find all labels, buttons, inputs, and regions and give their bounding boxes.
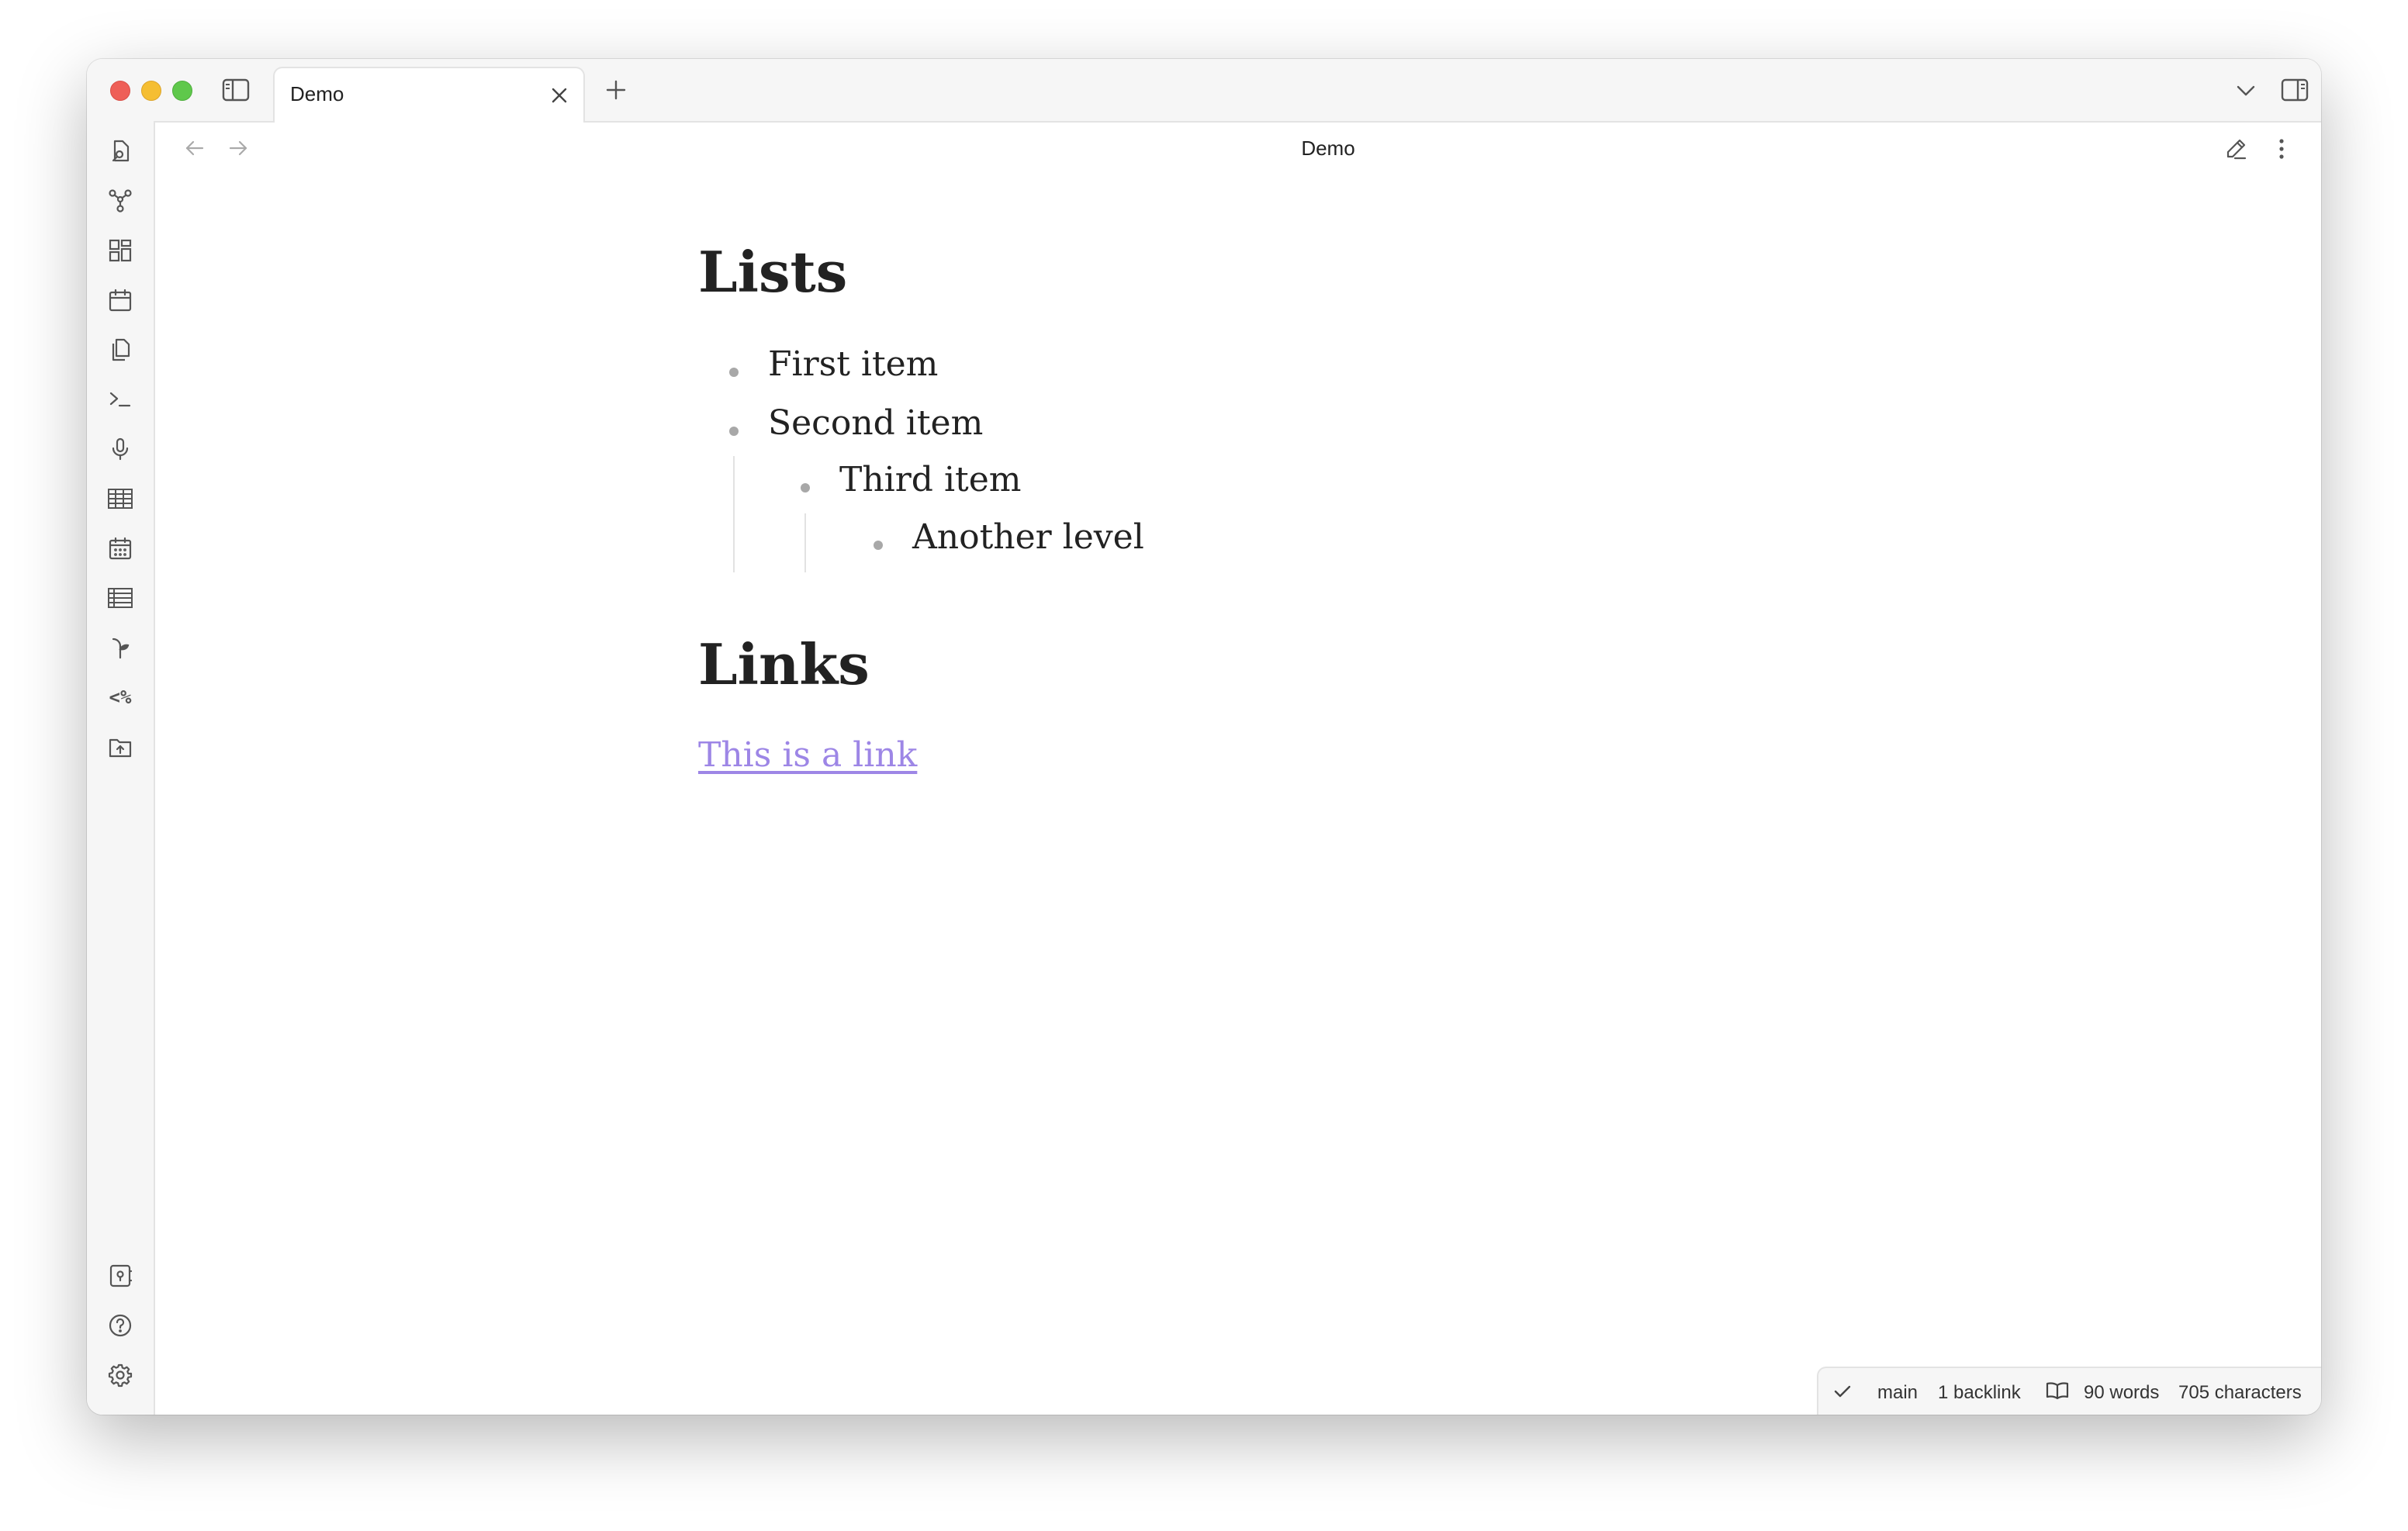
- reading-view-button[interactable]: [2045, 1379, 2070, 1402]
- book-open-icon: [2046, 1382, 2069, 1400]
- sprout-icon: [112, 638, 130, 659]
- list-item: Third item: [839, 460, 1022, 499]
- navigate-forward-button[interactable]: [225, 135, 251, 161]
- status-bar: main 1 backlink 90 words 705 characters: [1817, 1367, 2321, 1415]
- close-icon: [552, 88, 567, 103]
- backlinks-count[interactable]: 1 backlink: [1938, 1382, 2021, 1404]
- app-window: Demo <% Demo Lists First item Second ite…: [87, 59, 2321, 1415]
- vault-switcher-icon: [109, 1264, 133, 1287]
- help-button[interactable]: [104, 1309, 137, 1342]
- upload-folder-icon: [109, 738, 132, 758]
- left-ribbon: <%: [87, 121, 155, 1415]
- heading-lists: Lists: [698, 239, 848, 305]
- help-icon: [109, 1314, 132, 1337]
- command-palette-button[interactable]: [104, 383, 137, 416]
- toggle-right-sidebar-button[interactable]: [2279, 76, 2310, 104]
- calendar-icon: [109, 537, 132, 560]
- settings-button[interactable]: [104, 1359, 137, 1391]
- open-quick-switcher-button[interactable]: [104, 135, 137, 168]
- title-bar: Demo: [87, 59, 2321, 123]
- list-bullet: [874, 541, 883, 550]
- edit-mode-button[interactable]: [2222, 135, 2250, 163]
- sprout-button[interactable]: [104, 631, 137, 664]
- maximize-window-button[interactable]: [172, 81, 192, 101]
- calendar-button[interactable]: [104, 532, 137, 565]
- command-palette-icon: [109, 392, 131, 407]
- table-button[interactable]: [104, 482, 137, 515]
- list-item: Second item: [768, 403, 984, 443]
- list-bullet: [729, 368, 739, 377]
- spreadsheet-icon: [108, 588, 133, 608]
- close-tab-button[interactable]: [548, 84, 571, 107]
- heading-links: Links: [698, 631, 870, 697]
- list-bullet: [801, 483, 810, 492]
- navigate-back-button[interactable]: [182, 135, 208, 161]
- sync-status-button[interactable]: [1831, 1381, 1854, 1402]
- daily-note-icon: [109, 289, 132, 312]
- tab-list-dropdown-button[interactable]: [2233, 78, 2259, 104]
- content-link[interactable]: This is a link: [698, 735, 917, 775]
- templates-icon: [112, 338, 130, 361]
- list-bullet: [729, 427, 739, 436]
- arrow-right-icon: [229, 140, 247, 156]
- arrow-left-icon: [185, 140, 204, 156]
- character-count: 705 characters: [2178, 1382, 2302, 1403]
- more-vertical-icon: [2279, 139, 2284, 159]
- plus-icon: [606, 80, 626, 100]
- view-title[interactable]: Demo: [1243, 137, 1413, 161]
- daily-note-button[interactable]: [104, 284, 137, 316]
- sidebar-right-icon: [2281, 78, 2309, 102]
- word-count: 90 words: [2084, 1382, 2160, 1403]
- spreadsheet-button[interactable]: [104, 582, 137, 614]
- sidebar-left-icon: [222, 78, 250, 102]
- close-window-button[interactable]: [110, 81, 130, 101]
- graph-view-button[interactable]: [104, 185, 137, 217]
- list-item: First item: [768, 344, 939, 384]
- table-icon: [108, 489, 133, 509]
- vault-switcher-button[interactable]: [104, 1260, 137, 1292]
- graph-view-icon: [109, 189, 132, 213]
- chevron-down-icon: [2237, 85, 2255, 96]
- templater-icon: <%: [109, 686, 132, 708]
- pencil-icon: [2226, 139, 2247, 160]
- minimize-window-button[interactable]: [141, 81, 161, 101]
- git-branch[interactable]: main: [1877, 1382, 1918, 1404]
- templater-button[interactable]: <%: [104, 681, 137, 714]
- audio-recorder-icon: [112, 437, 129, 461]
- open-quick-switcher-icon: [112, 140, 130, 162]
- checkmark-icon: [1834, 1385, 1851, 1398]
- list-item: Another level: [912, 517, 1144, 557]
- audio-recorder-button[interactable]: [104, 433, 137, 465]
- toggle-left-sidebar-button[interactable]: [220, 76, 251, 104]
- tab-demo[interactable]: Demo: [273, 67, 585, 123]
- canvas-button[interactable]: [104, 234, 137, 267]
- upload-folder-button[interactable]: [104, 731, 137, 763]
- indent-guide: [733, 456, 735, 572]
- indent-guide: [804, 513, 806, 572]
- more-options-button[interactable]: [2270, 135, 2293, 163]
- new-tab-button[interactable]: [602, 76, 630, 104]
- canvas-icon: [109, 239, 132, 262]
- tab-title: Demo: [290, 82, 344, 105]
- templates-button[interactable]: [104, 334, 137, 366]
- settings-icon: [108, 1363, 133, 1388]
